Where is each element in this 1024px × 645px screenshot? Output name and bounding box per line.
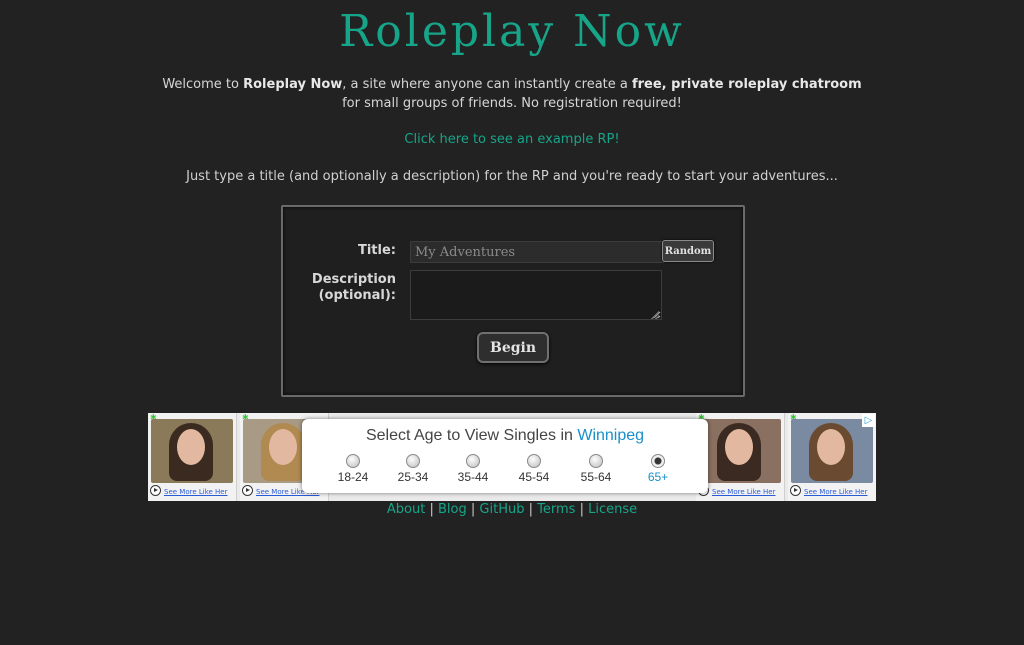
resize-grip-icon[interactable] [651, 311, 659, 319]
intro-brand: Roleplay Now [243, 77, 343, 92]
title-input[interactable] [410, 241, 664, 263]
ad-tile-link-text: See More Like Her [164, 488, 228, 496]
radio-icon[interactable] [589, 454, 603, 468]
ad-photo [151, 419, 233, 483]
ad-tile-link[interactable]: See More Like Her [788, 485, 876, 499]
ad-tile-link[interactable]: See More Like Her [696, 485, 784, 499]
intro-bold-text: free, private roleplay chatroom [631, 77, 862, 92]
ad-tile[interactable]: ✱ See More Like Her [148, 413, 237, 501]
age-option-label: 55-64 [580, 470, 612, 484]
play-icon [790, 485, 801, 496]
footer-separator: | [579, 502, 584, 517]
ad-banner[interactable]: ✱ See More Like Her ✱ See More Like Her … [148, 413, 876, 501]
ad-headline-text: Select Age to View Singles in [365, 427, 578, 444]
play-icon [242, 485, 253, 496]
ad-photo [699, 419, 781, 483]
intro-text-part2: , a site where anyone can instantly crea… [342, 77, 632, 92]
radio-selected-icon[interactable] [651, 454, 665, 468]
radio-icon[interactable] [527, 454, 541, 468]
footer-link-blog[interactable]: Blog [438, 502, 467, 517]
footer-link-github[interactable]: GitHub [479, 502, 524, 517]
adchoices-icon[interactable]: ▷ [862, 414, 875, 427]
random-title-button[interactable]: Random [662, 240, 714, 262]
footer-separator: | [429, 502, 434, 517]
footer-separator: | [528, 502, 533, 517]
ad-photo-face [269, 429, 297, 465]
intro-text-part1: Welcome to [162, 77, 244, 92]
page: Roleplay Now Welcome to Roleplay Now, a … [0, 0, 1024, 645]
radio-icon[interactable] [346, 454, 360, 468]
ad-headline: Select Age to View Singles in Winnipeg [302, 427, 708, 445]
ad-photo-face [725, 429, 753, 465]
age-option[interactable]: 35-44 [448, 454, 498, 484]
intro-line2: for small groups of friends. No registra… [342, 96, 682, 111]
description-label: Description (optional): [276, 272, 396, 304]
ad-tile-link-text: See More Like Her [804, 488, 868, 496]
age-option-label: 18-24 [337, 470, 369, 484]
play-icon [150, 485, 161, 496]
site-title: Roleplay Now [339, 6, 685, 57]
ad-tile[interactable]: ✱ See More Like Her [696, 413, 785, 501]
intro-text: Welcome to Roleplay Now, a site where an… [0, 75, 1024, 113]
ad-age-selector: Select Age to View Singles in Winnipeg 1… [302, 419, 708, 493]
ad-photo-face [177, 429, 205, 465]
ad-tile-link[interactable]: See More Like Her [148, 485, 236, 499]
age-option[interactable]: 45-54 [509, 454, 559, 484]
begin-button[interactable]: Begin [477, 332, 549, 363]
age-option[interactable]: 25-34 [388, 454, 438, 484]
ad-city: Winnipeg [577, 427, 645, 444]
age-option-selected[interactable]: 65+ [633, 454, 683, 484]
instructions-text: Just type a title (and optionally a desc… [186, 169, 838, 184]
title-label: Title: [357, 243, 396, 258]
ad-photo [791, 419, 873, 483]
create-rp-form: Title: Random Description (optional): Be… [281, 205, 745, 397]
description-label-line1: Description [311, 272, 396, 287]
description-textarea[interactable] [410, 270, 662, 320]
radio-icon[interactable] [466, 454, 480, 468]
age-option[interactable]: 18-24 [328, 454, 378, 484]
footer-link-license[interactable]: License [588, 502, 637, 517]
age-option-label: 65+ [647, 470, 669, 484]
ad-photo-face [817, 429, 845, 465]
age-option-label: 35-44 [457, 470, 489, 484]
footer-link-about[interactable]: About [387, 502, 425, 517]
footer-separator: | [470, 502, 476, 517]
description-label-line2: (optional): [318, 288, 396, 303]
ad-tile-link-text: See More Like Her [712, 488, 776, 496]
age-option-label: 25-34 [397, 470, 429, 484]
footer-links: About | Blog | GitHub | Terms | License [0, 502, 1024, 517]
footer-link-terms[interactable]: Terms [537, 502, 575, 517]
age-option-label: 45-54 [518, 470, 550, 484]
age-option[interactable]: 55-64 [571, 454, 621, 484]
example-rp-link[interactable]: Click here to see an example RP! [0, 132, 1024, 147]
radio-icon[interactable] [406, 454, 420, 468]
